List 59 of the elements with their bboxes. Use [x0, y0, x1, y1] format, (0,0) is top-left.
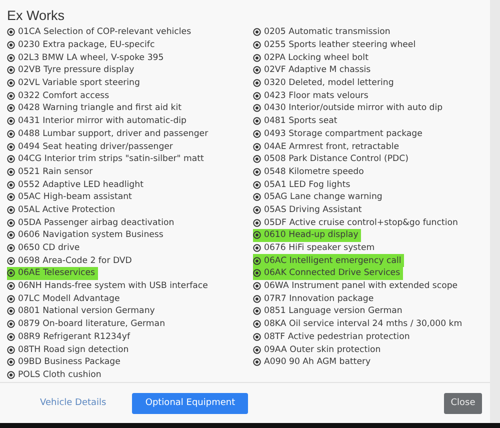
equipment-item: 0521 Rain sensor — [7, 166, 96, 178]
equipment-item: 09AA Outer skin protection — [253, 343, 384, 356]
equipment-item: 05DA Passenger airbag deactivation — [7, 216, 178, 229]
equipment-item: 0610 Head-up display — [253, 229, 362, 242]
equipment-item: 0230 Extra package, EU-specifc — [7, 38, 158, 52]
equipment-item: 08TF Active pedestrian protection — [253, 330, 413, 344]
equipment-item: 0488 Lumbar support, driver and passenger — [7, 128, 212, 140]
equipment-item: 0423 Floor mats velours — [253, 89, 372, 102]
equipment-item: 07R7 Innovation package — [253, 292, 377, 306]
equipment-item: 0493 Storage compartment package — [253, 128, 426, 140]
equipment-item: 01CA Selection of COP-relevant vehicles — [7, 26, 194, 39]
equipment-item: 07LC Modell Advantage — [7, 292, 123, 306]
equipment-item: 09BD Business Package — [7, 356, 124, 369]
equipment-item: 08TH Road sign detection — [7, 343, 132, 356]
equipment-item: 0851 Language version German — [253, 305, 406, 318]
equipment-item: 0676 HiFi speaker system — [253, 242, 378, 254]
equipment-item: 05AS Driving Assistant — [253, 204, 365, 216]
equipment-item: POLS Cloth cushion — [7, 368, 104, 382]
equipment-item: 04CG Interior trim strips "satin-silber" matt — [7, 152, 207, 166]
equipment-item: 0698 Area-Code 2 for DVD — [7, 254, 135, 268]
equipment-item: 0481 Sports seat — [253, 114, 340, 128]
equipment-item: 04AE Armrest front, retractable — [253, 140, 402, 153]
optional-equipment-button[interactable]: Optional Equipment — [132, 392, 248, 414]
equipment-item: 0320 Deleted, model lettering — [253, 76, 397, 90]
equipment-item: 06NH Hands-free system with USB interface — [7, 280, 211, 292]
equipment-item: 06WA Instrument panel with extended scope — [253, 280, 461, 292]
equipment-item: 02PA Locking wheel bolt — [253, 51, 372, 64]
equipment-item: 02VB Tyre pressure display — [7, 64, 138, 77]
equipment-item: 0430 Interior/outside mirror with auto dip — [253, 102, 446, 115]
equipment-item: 08KA Oil service interval 24 mths / 30,000 km — [253, 318, 466, 330]
dialog-title: Ex Works — [7, 8, 65, 23]
equipment-item: 0552 Adaptive LED headlight — [7, 178, 146, 191]
equipment-item: 05AC High-beam assistant — [7, 190, 135, 204]
equipment-item: 05A1 LED Fog lights — [253, 178, 354, 191]
vehicle-details-link[interactable]: Vehicle Details — [40, 398, 106, 408]
equipment-item: 0494 Seat heating driver/passenger — [7, 140, 176, 153]
equipment-item: 06AC Intelligent emergency call — [253, 254, 404, 268]
equipment-item: 0548 Kilometre speedo — [253, 166, 367, 178]
equipment-item: 0879 On-board literature, German — [7, 318, 168, 330]
equipment-item: 0650 CD drive — [7, 242, 83, 254]
equipment-item: 06AK Connected Drive Services — [253, 267, 404, 280]
equipment-item: 0431 Interior mirror with automatic-dip — [7, 114, 190, 128]
equipment-item: 0205 Automatic transmission — [253, 26, 394, 39]
equipment-item: 05DF Active cruise control+stop&go function — [253, 216, 461, 229]
equipment-item: 0322 Comfort access — [7, 89, 112, 102]
equipment-item: 0606 Navigation system Business — [7, 229, 166, 242]
equipment-item: 02VF Adaptive M chassis — [253, 64, 374, 77]
equipment-item: 02L3 BMW LA wheel, V-spoke 395 — [7, 51, 167, 64]
close-button[interactable]: Close — [444, 392, 482, 414]
equipment-item: 06AE Teleservices — [7, 267, 98, 280]
equipment-item: 0255 Sports leather steering wheel — [253, 38, 419, 52]
equipment-item: A090 90 Ah AGM battery — [253, 356, 374, 369]
equipment-item: 0801 National version Germany — [7, 305, 158, 318]
equipment-item: 08R9 Refrigerant R1234yf — [7, 330, 133, 344]
equipment-item: 05AG Lane change warning — [253, 190, 386, 204]
equipment-item: 02VL Variable sport steering — [7, 76, 143, 90]
equipment-item: 0428 Warning triangle and first aid kit — [7, 102, 185, 115]
equipment-item: 05AL Active Protection — [7, 204, 118, 216]
equipment-item: 0508 Park Distance Control (PDC) — [253, 152, 412, 166]
